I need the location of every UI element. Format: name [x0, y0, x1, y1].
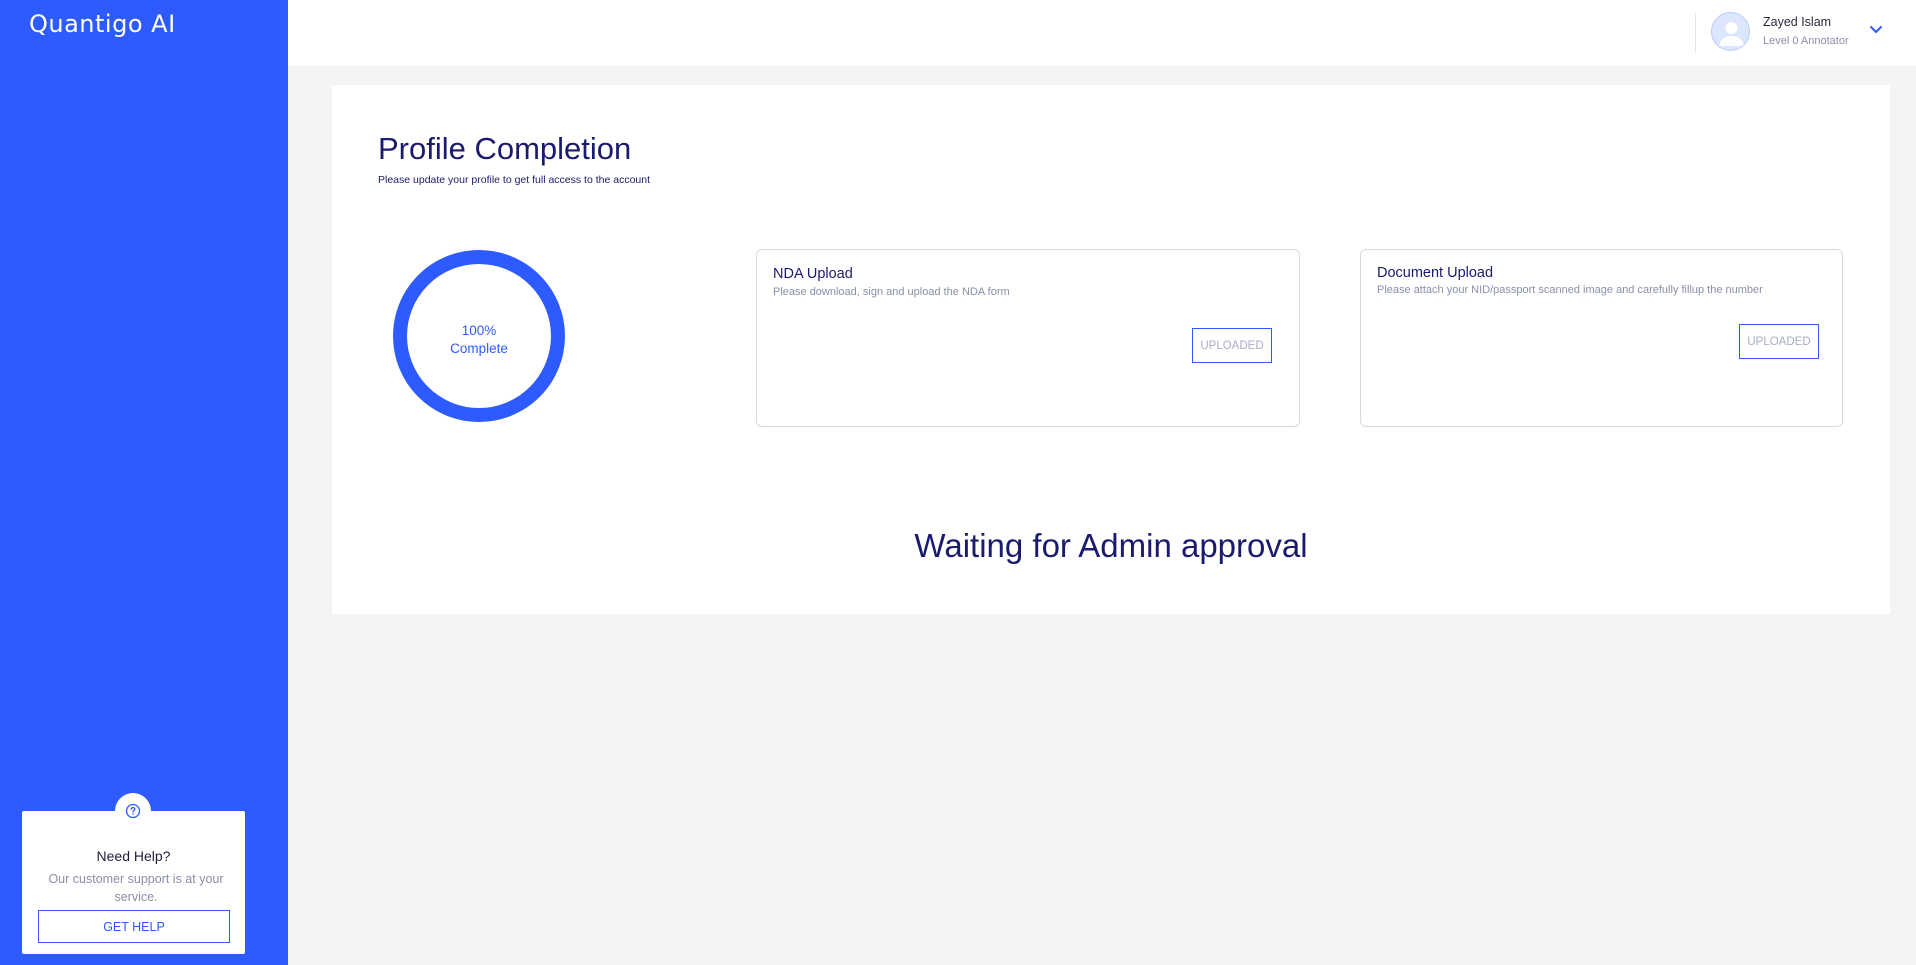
progress-status: Complete — [450, 341, 508, 356]
brand-logo[interactable]: Quantigo AI — [29, 10, 176, 38]
get-help-button[interactable]: GET HELP — [38, 910, 230, 943]
progress-label: 100% Complete — [429, 322, 529, 358]
document-upload-description: Please attach your NID/passport scanned … — [1377, 284, 1763, 296]
top-bar — [288, 0, 1916, 66]
progress-percent: 100% — [461, 323, 497, 338]
topbar-divider — [1695, 13, 1696, 53]
approval-status-message: Waiting for Admin approval — [914, 527, 1308, 564]
user-avatar-icon[interactable] — [1711, 12, 1750, 51]
page-subtitle: Please update your profile to get full a… — [378, 174, 651, 186]
help-icon-badge — [115, 793, 151, 829]
help-card: Need Help? Our customer support is at yo… — [22, 793, 245, 954]
document-upload-card: Document Upload Please attach your NID/p… — [1360, 249, 1843, 427]
nda-uploaded-button[interactable]: UPLOADED — [1192, 328, 1272, 363]
document-upload-title: Document Upload — [1377, 265, 1494, 281]
nda-upload-description: Please download, sign and upload the NDA… — [773, 286, 1010, 298]
nda-upload-title: NDA Upload — [773, 266, 853, 282]
chevron-down-icon[interactable] — [1868, 23, 1884, 37]
user-role: Level 0 Annotator — [1763, 35, 1849, 47]
help-title: Need Help? — [96, 848, 171, 864]
nda-upload-card: NDA Upload Please download, sign and upl… — [756, 249, 1300, 427]
document-uploaded-button[interactable]: UPLOADED — [1739, 324, 1819, 359]
help-circle-icon — [125, 803, 141, 819]
sidebar: Quantigo AI Need Help? Our customer supp… — [0, 0, 288, 965]
page-title: Profile Completion — [378, 131, 632, 166]
user-name[interactable]: Zayed Islam — [1763, 15, 1831, 29]
help-text: Our customer support is at your service. — [48, 872, 224, 904]
